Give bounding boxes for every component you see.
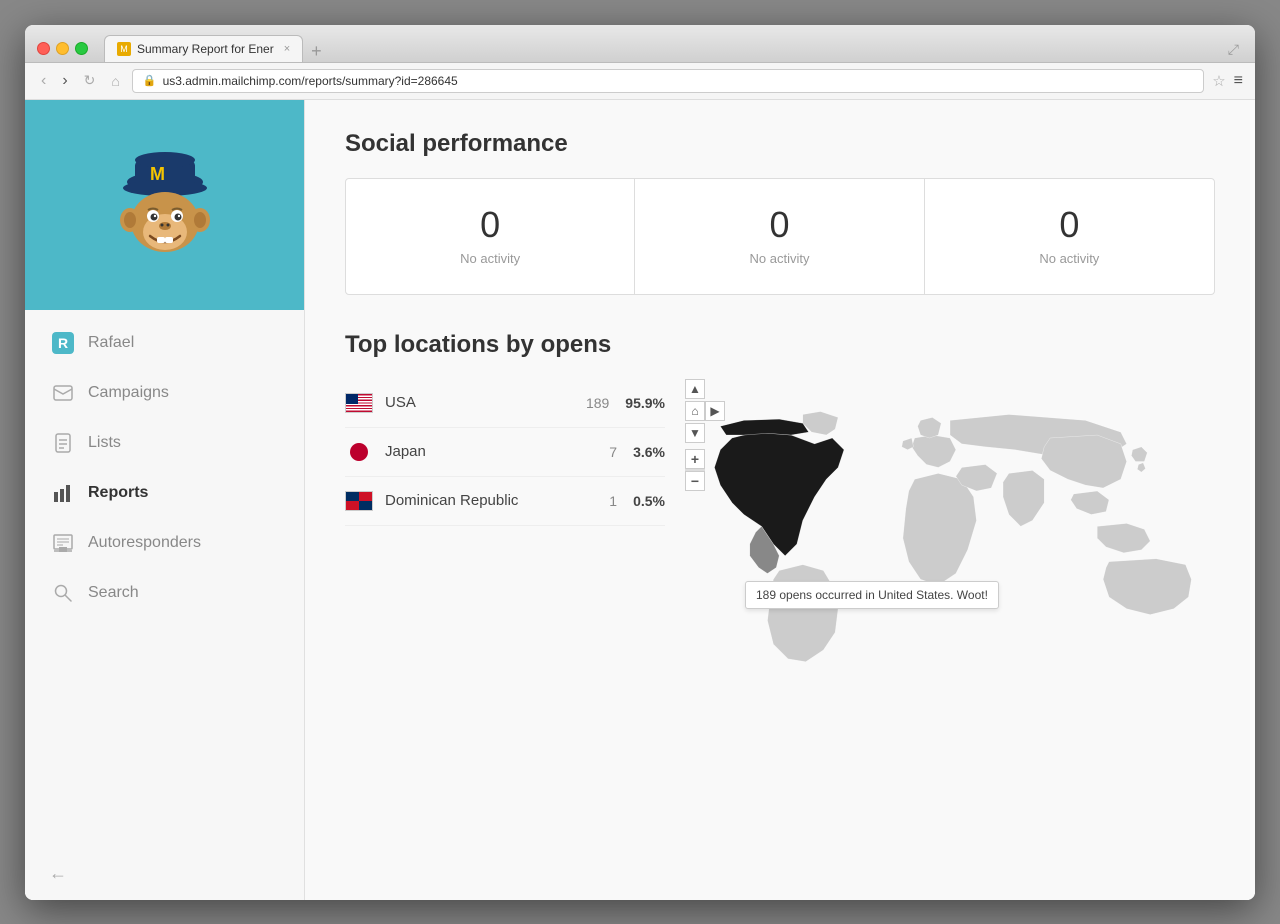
- social-card-2-number: 0: [655, 207, 903, 243]
- user-initial-icon: R: [52, 332, 74, 354]
- close-button[interactable]: [37, 42, 50, 55]
- bookmark-star-icon[interactable]: ☆: [1212, 72, 1225, 90]
- home-button[interactable]: ⌂: [107, 71, 123, 91]
- sidebar-item-label-search: Search: [88, 584, 139, 602]
- world-map-container: ▲ ⌂ ▶ ▼ + −: [685, 379, 1215, 729]
- sidebar-collapse-button[interactable]: ←: [25, 847, 304, 900]
- maximize-button[interactable]: [75, 42, 88, 55]
- tab-bar: M Summary Report for Ener × + ⤢: [104, 35, 1243, 62]
- new-tab-button[interactable]: +: [303, 41, 330, 62]
- svg-text:M: M: [150, 164, 165, 184]
- lists-icon: [52, 432, 74, 454]
- location-name-japan: Japan: [385, 443, 597, 460]
- location-count-dr: 1: [609, 493, 617, 509]
- social-performance-cards: 0 No activity 0 No activity 0 No activit…: [345, 178, 1215, 295]
- sidebar-item-reports[interactable]: Reports: [25, 468, 304, 518]
- social-card-1-label: No activity: [366, 251, 614, 266]
- lock-icon: 🔒: [143, 74, 157, 87]
- social-card-3-label: No activity: [945, 251, 1194, 266]
- map-nav-down-icon[interactable]: ▼: [685, 423, 705, 443]
- url-domain: us3.admin.mailchimp.com: [163, 74, 302, 88]
- map-tooltip: 189 opens occurred in United States. Woo…: [745, 581, 999, 609]
- map-zoom-in-button[interactable]: +: [685, 449, 705, 469]
- social-card-2: 0 No activity: [635, 179, 924, 294]
- sidebar-header: M: [25, 100, 304, 310]
- forward-button[interactable]: ›: [58, 70, 71, 92]
- back-button[interactable]: ‹: [37, 70, 50, 92]
- location-pct-dr: 0.5%: [633, 493, 665, 509]
- sidebar-item-label-campaigns: Campaigns: [88, 384, 169, 402]
- tab-favicon: M: [117, 42, 131, 56]
- sidebar-item-search[interactable]: Search: [25, 568, 304, 618]
- autoresponders-icon: [52, 532, 74, 554]
- world-map-svg: [685, 379, 1215, 709]
- sidebar-item-autoresponders[interactable]: Autoresponders: [25, 518, 304, 568]
- expand-icon[interactable]: ⤢: [1224, 37, 1243, 62]
- social-card-3: 0 No activity: [925, 179, 1214, 294]
- location-item-dr: Dominican Republic 1 0.5%: [345, 477, 665, 526]
- sidebar-item-label-autoresponders: Autoresponders: [88, 534, 201, 552]
- location-name-dr: Dominican Republic: [385, 492, 597, 509]
- social-performance-title: Social performance: [345, 130, 1215, 158]
- sidebar-item-campaigns[interactable]: Campaigns: [25, 368, 304, 418]
- map-nav-up-icon[interactable]: ▲: [685, 379, 705, 399]
- mailchimp-logo: M: [100, 140, 230, 270]
- reports-icon: [52, 482, 74, 504]
- dr-flag-icon: [345, 491, 373, 511]
- active-tab[interactable]: M Summary Report for Ener ×: [104, 35, 303, 62]
- sidebar-item-label-reports: Reports: [88, 484, 148, 502]
- browser-window: M Summary Report for Ener × + ⤢ ‹ › ↻ ⌂ …: [25, 25, 1255, 900]
- japan-flag-icon: [345, 442, 373, 462]
- location-count-japan: 7: [609, 444, 617, 460]
- refresh-button[interactable]: ↻: [80, 70, 100, 91]
- map-nav-home-icon[interactable]: ⌂: [685, 401, 705, 421]
- sidebar: M: [25, 100, 305, 900]
- menu-icon[interactable]: ≡: [1234, 72, 1243, 90]
- map-zoom-out-button[interactable]: −: [685, 471, 705, 491]
- sidebar-item-lists[interactable]: Lists: [25, 418, 304, 468]
- sidebar-item-label-lists: Lists: [88, 434, 121, 452]
- campaigns-icon: [52, 382, 74, 404]
- url-bar[interactable]: 🔒 us3.admin.mailchimp.com/reports/summar…: [132, 69, 1204, 93]
- location-item-usa: USA 189 95.9%: [345, 379, 665, 428]
- main-content: Social performance 0 No activity 0 No ac…: [305, 100, 1255, 900]
- sidebar-nav: R Rafael Campaigns: [25, 310, 304, 847]
- map-controls: ▲ ⌂ ▶ ▼ + −: [685, 379, 725, 491]
- locations-list: USA 189 95.9% Japan 7 3.6%: [345, 379, 665, 729]
- minimize-button[interactable]: [56, 42, 69, 55]
- traffic-lights: [37, 42, 88, 55]
- address-bar: ‹ › ↻ ⌂ 🔒 us3.admin.mailchimp.com/report…: [25, 63, 1255, 100]
- top-locations-title: Top locations by opens: [345, 331, 1215, 359]
- social-card-1-number: 0: [366, 207, 614, 243]
- location-name-usa: USA: [385, 394, 574, 411]
- location-count-usa: 189: [586, 395, 609, 411]
- usa-flag-icon: [345, 393, 373, 413]
- url-path: /reports/summary?id=286645: [301, 74, 457, 88]
- social-card-3-number: 0: [945, 207, 1194, 243]
- title-bar: M Summary Report for Ener × + ⤢: [25, 25, 1255, 63]
- sidebar-item-user[interactable]: R Rafael: [25, 318, 304, 368]
- search-icon: [52, 582, 74, 604]
- url-text: us3.admin.mailchimp.com/reports/summary?…: [163, 74, 458, 88]
- social-card-2-label: No activity: [655, 251, 903, 266]
- tab-title: Summary Report for Ener: [137, 42, 274, 56]
- location-pct-usa: 95.9%: [625, 395, 665, 411]
- app-body: M: [25, 100, 1255, 900]
- sidebar-item-label-user: Rafael: [88, 334, 134, 352]
- locations-container: USA 189 95.9% Japan 7 3.6%: [345, 379, 1215, 729]
- location-pct-japan: 3.6%: [633, 444, 665, 460]
- tab-close-button[interactable]: ×: [284, 43, 290, 55]
- map-nav-right-icon[interactable]: ▶: [705, 401, 725, 421]
- social-card-1: 0 No activity: [346, 179, 635, 294]
- location-item-japan: Japan 7 3.6%: [345, 428, 665, 477]
